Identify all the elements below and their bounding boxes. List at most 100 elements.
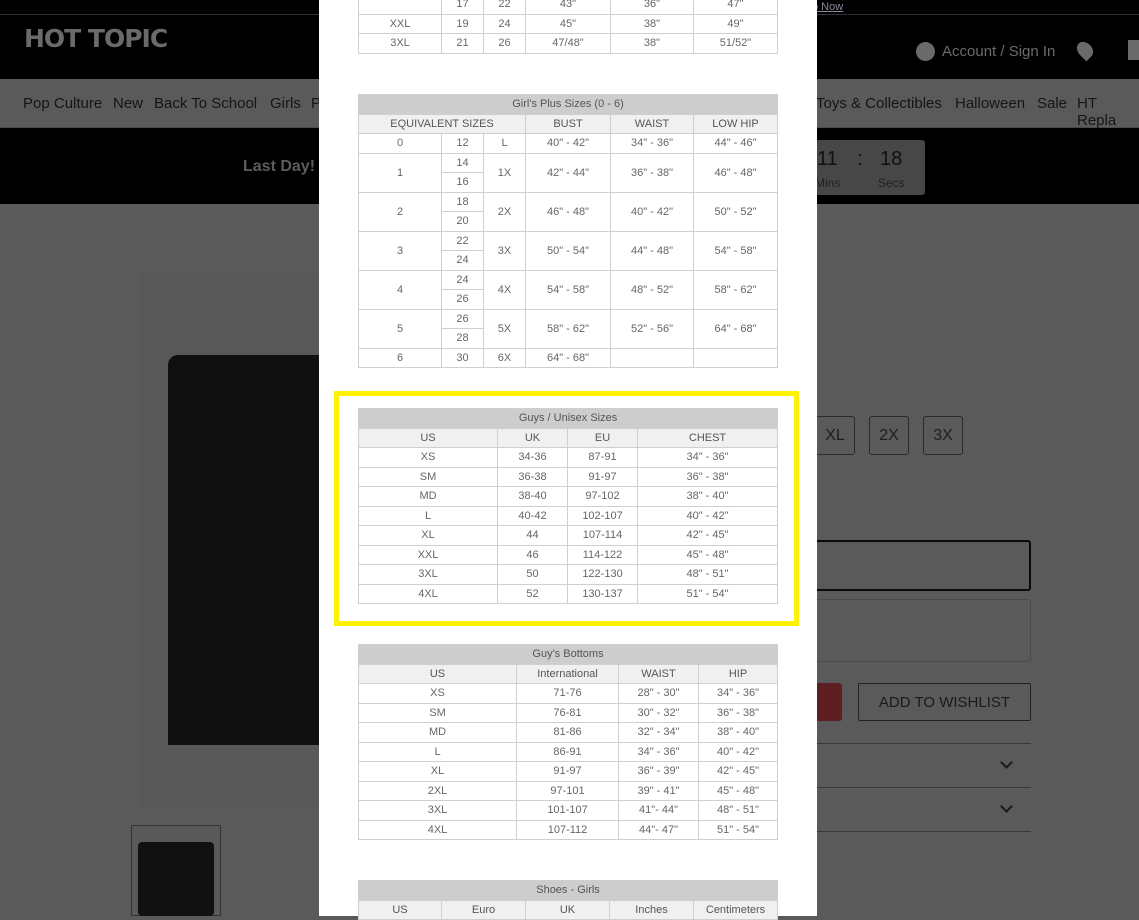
- table-cell: 107-112: [516, 819, 619, 840]
- table-row: XL 91-97 36" - 39" 42" - 45": [358, 761, 778, 782]
- table-row: XXL 19 24 45" 38" 49": [358, 13, 778, 34]
- table-cell: 40" - 42": [698, 741, 778, 762]
- table-cell: 4X: [483, 269, 526, 310]
- table-cell: 97-101: [516, 780, 619, 801]
- table-cell: 22: [441, 230, 484, 251]
- chevron-down-icon[interactable]: [1000, 800, 1013, 813]
- table-cell: SM: [358, 702, 517, 723]
- table-cell: 2X: [483, 191, 526, 232]
- column-header: International: [516, 663, 619, 684]
- column-header: Euro: [441, 899, 526, 920]
- table-cell: 58" - 62": [692, 269, 779, 310]
- table-cell: XL: [358, 761, 517, 782]
- table-cell: 26: [483, 33, 526, 54]
- table-cell: 40" - 42": [610, 191, 694, 232]
- account-sign-in-link[interactable]: Account / Sign In: [916, 42, 1055, 61]
- table-title: Guy's Bottoms: [358, 644, 778, 665]
- table-cell: 58" - 62": [525, 308, 611, 349]
- table-title: Shoes - Girls: [357, 880, 779, 901]
- table-cell: 39" - 41": [618, 780, 699, 801]
- table-cell: 38": [610, 13, 694, 34]
- column-header: US: [358, 663, 517, 684]
- guys-bottoms-size-table: Guy's Bottoms US International WAIST HIP XS 71…: [358, 644, 778, 840]
- nav-item-girls[interactable]: Girls: [270, 95, 301, 112]
- shoes-girls-size-table: Shoes - Girls US Euro UK Inches Centimeters: [357, 880, 779, 920]
- table-cell: 30: [441, 347, 484, 368]
- table-cell: 40" - 42": [525, 133, 611, 154]
- table-cell: 36": [610, 0, 694, 15]
- countdown-timer: 11 : 18 Mins Secs: [805, 140, 925, 195]
- table-title-row: Girl's Plus Sizes (0 - 6): [357, 94, 779, 115]
- size-xl-button[interactable]: XL: [815, 416, 855, 455]
- table-cell: 22: [483, 0, 526, 15]
- table-title: Girl's Plus Sizes (0 - 6): [357, 94, 779, 115]
- table-cell: 47/48": [525, 33, 611, 54]
- table-cell: 45": [525, 13, 611, 34]
- timer-secs: 18: [880, 148, 903, 170]
- shopping-bag-icon[interactable]: [1128, 40, 1139, 60]
- table-cell: 36" - 39": [618, 761, 699, 782]
- chevron-down-icon[interactable]: [1000, 756, 1013, 769]
- table-cell: 42" - 44": [525, 152, 611, 193]
- table-cell: 46" - 48": [525, 191, 611, 232]
- table-cell: 28" - 30": [618, 683, 699, 704]
- table-cell: 52" - 56": [610, 308, 694, 349]
- table-cell: 38" - 40": [698, 722, 778, 743]
- column-header: WAIST: [610, 113, 694, 134]
- table-cell: 34" - 36": [618, 741, 699, 762]
- table-cell: 18: [441, 191, 484, 212]
- table-cell: 2: [358, 191, 442, 232]
- table-cell: 2XL: [358, 780, 517, 801]
- table-cell: 4: [358, 269, 442, 310]
- nav-item-new[interactable]: New: [113, 95, 143, 112]
- table-row: 0 12 L 40" - 42" 34" - 36" 44" - 46": [358, 133, 779, 154]
- table-cell: 24: [483, 13, 526, 34]
- table-cell: 24: [441, 250, 484, 271]
- shipping-option-box[interactable]: [800, 599, 1031, 662]
- quantity-select[interactable]: [800, 540, 1031, 591]
- size-3x-button[interactable]: 3X: [923, 416, 963, 455]
- table-cell: 14: [441, 152, 484, 173]
- table-row: 6 30 6X 64" - 68": [358, 347, 779, 368]
- hot-topic-logo[interactable]: HOT TOPIC: [24, 24, 168, 53]
- nav-item-sale[interactable]: Sale: [1037, 95, 1067, 112]
- table-cell: 26: [441, 289, 484, 310]
- timer-mins: 11: [817, 148, 838, 170]
- column-header: US: [358, 899, 442, 920]
- table-cell: 17: [441, 0, 484, 15]
- accordion-divider: [800, 743, 1031, 744]
- nav-item-toys-collectibles[interactable]: Toys & Collectibles: [816, 95, 942, 112]
- table-row: SM 76-81 30" - 32" 36" - 38": [358, 702, 778, 723]
- account-label: Account / Sign In: [942, 43, 1056, 60]
- table-row: 3XL 101-107 41"- 44" 48" - 51": [358, 800, 778, 821]
- table-cell: 54" - 58": [692, 230, 779, 271]
- table-cell: 44" - 48": [610, 230, 694, 271]
- nav-item-halloween[interactable]: Halloween: [955, 95, 1025, 112]
- table-cell: 48" - 52": [610, 269, 694, 310]
- table-cell: 44" - 46": [692, 133, 779, 154]
- table-header-row: US International WAIST HIP: [358, 663, 778, 684]
- nav-item-ht-replay[interactable]: HT Repla: [1077, 95, 1139, 129]
- table-cell: 3XL: [358, 33, 442, 54]
- size-2x-button[interactable]: 2X: [869, 416, 909, 455]
- table-cell: 30" - 32": [618, 702, 699, 723]
- nav-item-pop-culture[interactable]: Pop Culture: [23, 95, 102, 112]
- table-cell: 36" - 38": [698, 702, 778, 723]
- highlight-box: [334, 391, 799, 626]
- timer-separator: :: [857, 148, 863, 170]
- table-row: 17 22 43" 36" 47": [358, 0, 778, 15]
- timer-secs-label: Secs: [878, 176, 905, 190]
- nav-item-back-to-school[interactable]: Back To School: [154, 95, 257, 112]
- table-cell: 45" - 48": [698, 780, 778, 801]
- add-to-wishlist-button[interactable]: ADD TO WISHLIST: [858, 683, 1031, 721]
- table-cell: 71-76: [516, 683, 619, 704]
- table-cell: XXL: [358, 13, 442, 34]
- table-cell: [692, 347, 779, 368]
- table-cell: 6: [358, 347, 442, 368]
- table-cell: 4XL: [358, 819, 517, 840]
- table-cell: 91-97: [516, 761, 619, 782]
- size-table-partial: 17 22 43" 36" 47" XXL 19 24 45" 38" 49" 3XL 21 26 47/4…: [358, 0, 778, 54]
- table-title-row: Guy's Bottoms: [358, 644, 778, 665]
- table-cell: 1: [358, 152, 442, 193]
- table-cell: 1X: [483, 152, 526, 193]
